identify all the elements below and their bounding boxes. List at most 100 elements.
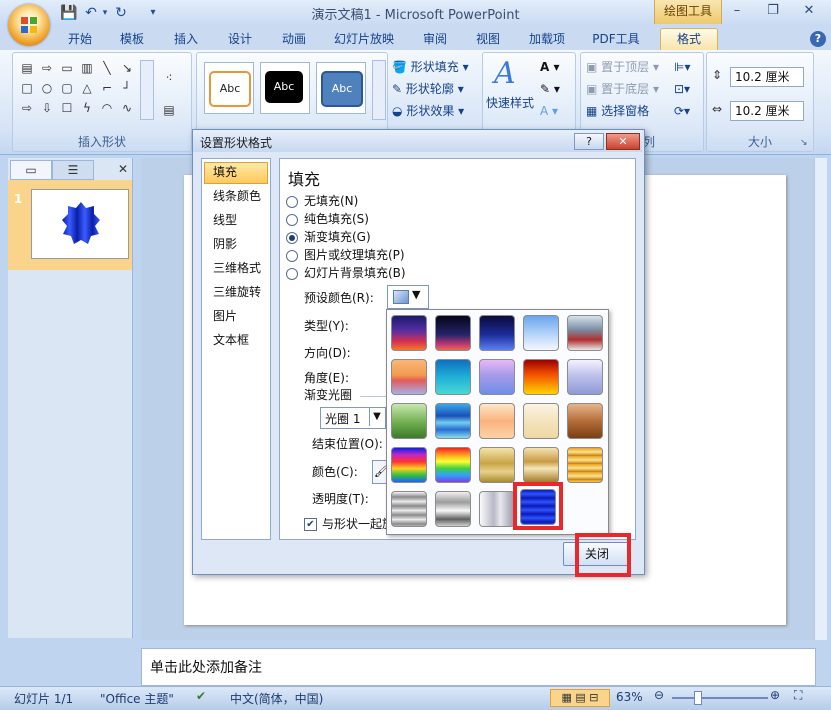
shape-width-input[interactable]: 10.2 厘米 (730, 101, 804, 121)
gradient-preset-swatch[interactable] (391, 315, 427, 351)
radio-picture-fill[interactable] (286, 250, 298, 262)
fit-to-window-icon[interactable]: ⛶ (794, 688, 802, 703)
close-window-icon[interactable]: ✕ (796, 2, 822, 20)
gradient-preset-swatch[interactable] (391, 491, 427, 527)
gradient-preset-swatch[interactable] (435, 403, 471, 439)
oval-shape-icon[interactable]: ○ (40, 82, 54, 94)
tab-format[interactable]: 格式 (660, 28, 718, 51)
gradient-preset-swatch[interactable] (435, 491, 471, 527)
shape-fill-button[interactable]: 🪣 形状填充 ▾ (392, 58, 478, 76)
zoom-out-icon[interactable]: ⊖ (654, 688, 664, 702)
nav-item-text-box[interactable]: 文本框 (213, 330, 269, 350)
size-dialog-launcher-icon[interactable]: ↘ (800, 138, 810, 148)
radio-no-fill[interactable] (286, 196, 298, 208)
gradient-stop-select[interactable]: 光圈 1 ▼ (320, 407, 386, 429)
gradient-preset-swatch[interactable] (479, 447, 515, 483)
elbow-connector-shape-icon[interactable]: ┘ (120, 82, 134, 94)
line-shape-icon[interactable]: ╲ (100, 62, 114, 74)
nav-item-3d-format[interactable]: 三维格式 (213, 258, 269, 278)
gradient-preset-swatch[interactable] (523, 447, 559, 483)
spellcheck-icon[interactable]: ✔ (196, 689, 206, 703)
gradient-preset-swatch[interactable] (435, 447, 471, 483)
gradient-preset-swatch[interactable] (523, 403, 559, 439)
gradient-preset-swatch[interactable] (523, 315, 559, 351)
shape-style-sample-2[interactable]: Abc (260, 62, 310, 114)
quick-styles-button[interactable]: 快速样式 (486, 94, 542, 112)
arrow-line-shape-icon[interactable]: ↘ (120, 62, 134, 74)
tab-slideshow[interactable]: 幻灯片放映 (330, 30, 398, 50)
edit-shape-icon[interactable]: ⁖ (162, 72, 176, 84)
tab-design[interactable]: 设计 (222, 30, 258, 50)
arrow-right-shape-icon[interactable]: ⇨ (40, 62, 54, 74)
notes-pane[interactable]: 单击此处添加备注 (141, 648, 816, 686)
shapes-gallery-scroll[interactable] (140, 60, 154, 120)
tab-templates[interactable]: 模板 (114, 30, 150, 50)
triangle-shape-icon[interactable]: △ (80, 82, 94, 94)
textbox-shape-icon[interactable]: ▤ (20, 62, 34, 74)
align-icon[interactable]: ⊫▾ (674, 58, 698, 76)
connector-shape-icon[interactable]: ⌐ (100, 82, 114, 94)
gradient-preset-swatch[interactable] (479, 359, 515, 395)
nav-item-line-color[interactable]: 线条颜色 (213, 186, 269, 206)
radio-gradient-fill[interactable] (286, 232, 298, 244)
gradient-preset-swatch-selected[interactable] (520, 489, 556, 525)
bring-to-front-button[interactable]: ▣ 置于顶层 ▾ (586, 58, 672, 76)
shape-outline-button[interactable]: ✎ 形状轮廓 ▾ (392, 80, 478, 98)
gradient-preset-swatch[interactable] (479, 315, 515, 351)
tab-pdf-tools[interactable]: PDF工具 (588, 30, 644, 50)
dialog-close-icon[interactable]: ✕ (606, 133, 640, 150)
outline-tab[interactable]: ☰ (52, 160, 94, 180)
slides-tab[interactable]: ▭ (10, 160, 52, 180)
minimize-icon[interactable]: – (724, 2, 750, 20)
gradient-preset-swatch[interactable] (391, 359, 427, 395)
tab-view[interactable]: 视图 (470, 30, 506, 50)
tab-review[interactable]: 审阅 (417, 30, 453, 50)
view-buttons-icon[interactable]: ▦ ▤ ⊟ (550, 689, 610, 707)
gradient-preset-swatch[interactable] (435, 315, 471, 351)
gradient-preset-swatch[interactable] (567, 315, 603, 351)
gradient-preset-swatch[interactable] (435, 359, 471, 395)
textbox-draw-icon[interactable]: ▤ (162, 104, 176, 116)
shape-style-sample-1[interactable]: Abc (204, 62, 254, 114)
callout-shape-icon[interactable]: ☐ (60, 102, 74, 114)
textbox-shape-icon[interactable]: ▥ (80, 62, 94, 74)
selection-pane-button[interactable]: ▦ 选择窗格 (586, 102, 672, 120)
gradient-preset-swatch[interactable] (479, 403, 515, 439)
zoom-slider-thumb[interactable] (694, 691, 702, 705)
dialog-help-button[interactable]: ? (574, 133, 604, 150)
gradient-preset-swatch[interactable] (567, 359, 603, 395)
tab-addins[interactable]: 加载项 (524, 30, 570, 50)
gradient-preset-swatch[interactable] (523, 359, 559, 395)
rotate-with-shape-checkbox[interactable]: ✔ (304, 518, 317, 531)
gradient-preset-swatch[interactable] (567, 447, 603, 483)
nav-item-picture[interactable]: 图片 (213, 306, 269, 326)
tab-animations[interactable]: 动画 (276, 30, 312, 50)
preset-colors-dropdown[interactable]: ▼ (387, 285, 429, 309)
curve-shape-icon[interactable]: ∿ (120, 102, 134, 114)
rotate-icon[interactable]: ⟳▾ (674, 102, 698, 120)
rectangle-shape-icon[interactable]: □ (20, 82, 34, 94)
arc-shape-icon[interactable]: ◠ (100, 102, 114, 114)
gradient-preset-swatch[interactable] (391, 403, 427, 439)
text-effects-icon[interactable]: A ▾ (540, 102, 570, 120)
group-icon[interactable]: ⊡▾ (674, 80, 698, 98)
shape-height-input[interactable]: 10.2 厘米 (730, 67, 804, 87)
help-icon[interactable]: ? (810, 31, 826, 47)
slide-thumbnail[interactable] (31, 189, 129, 259)
tab-insert[interactable]: 插入 (168, 30, 204, 50)
rectangle-shape-icon[interactable]: ▭ (60, 62, 74, 74)
arrow-right-shape-icon[interactable]: ⇨ (20, 102, 34, 114)
radio-background-fill[interactable] (286, 268, 298, 280)
close-pane-icon[interactable]: ✕ (116, 160, 130, 178)
arrow-down-shape-icon[interactable]: ⇩ (40, 102, 54, 114)
office-button[interactable] (8, 4, 50, 46)
rounded-rect-shape-icon[interactable]: ▢ (60, 82, 74, 94)
lightning-shape-icon[interactable]: ϟ (80, 102, 94, 114)
send-to-back-button[interactable]: ▣ 置于底层 ▾ (586, 80, 672, 98)
gradient-preset-swatch[interactable] (479, 491, 515, 527)
restore-icon[interactable]: ❐ (760, 2, 786, 20)
nav-item-3d-rotation[interactable]: 三维旋转 (213, 282, 269, 302)
text-outline-icon[interactable]: ✎ ▾ (540, 80, 570, 98)
gradient-preset-swatch[interactable] (567, 403, 603, 439)
slide-scrollbar[interactable] (814, 158, 827, 640)
